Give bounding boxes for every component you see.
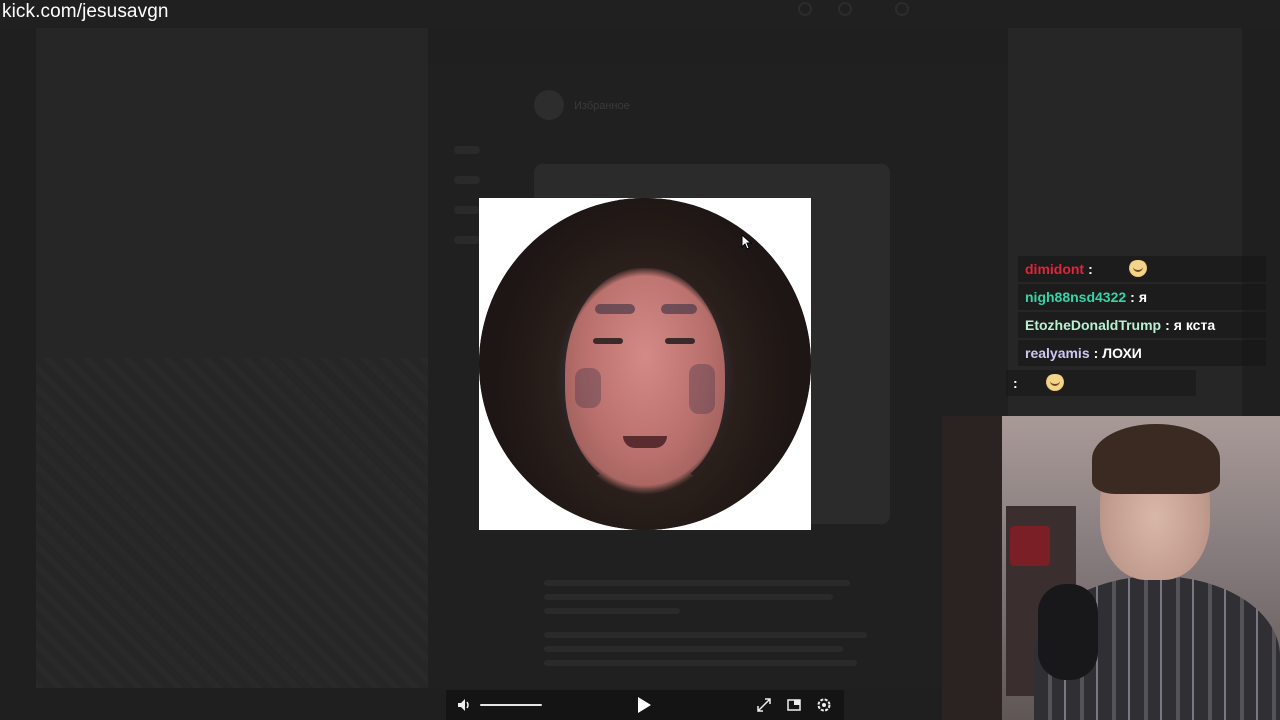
chat-message: realyamis : ЛОХИ [1018, 340, 1266, 366]
message-text-block [544, 572, 884, 674]
stream-url: kick.com/jesusavgn [2, 1, 169, 22]
chat-avatar [534, 90, 564, 120]
chat-text: я кста [1173, 317, 1216, 333]
chat-message: EtozheDonaldTrump : я кста [1018, 312, 1266, 338]
chat-title: Избранное [574, 100, 630, 112]
play-icon[interactable] [634, 695, 654, 715]
volume-slider[interactable] [480, 704, 542, 706]
cursor-icon [741, 234, 753, 250]
chat-username[interactable]: nigh88nsd4322 [1025, 289, 1126, 305]
video-message[interactable] [479, 198, 811, 530]
chat-username[interactable]: realyamis [1025, 345, 1090, 361]
chat-username[interactable]: dimidont [1025, 261, 1084, 277]
microphone [1038, 584, 1098, 680]
fullscreen-icon[interactable] [754, 695, 774, 715]
chat-message: : [1006, 370, 1196, 396]
lock-icon [798, 2, 812, 16]
chat-overlay: dimidont : nigh88nsd4322 : я EtozheDonal… [1006, 256, 1268, 396]
volume-icon[interactable] [454, 695, 474, 715]
video-circle [479, 198, 811, 530]
chat-text: я [1138, 289, 1147, 305]
player-controls [446, 690, 844, 720]
search-icon [838, 2, 852, 16]
background-map-image [36, 358, 428, 688]
picture-in-picture-icon[interactable] [784, 695, 804, 715]
chat-text: ЛОХИ [1102, 345, 1142, 361]
stream-screen: Избранное kick.com/jesusavgn dimidont: … [0, 0, 1280, 720]
background-left-panel [36, 28, 428, 688]
hair [479, 198, 811, 530]
chat-username[interactable]: EtozheDonaldTrump [1025, 317, 1161, 333]
background-topbar [0, 0, 1280, 28]
settings-icon[interactable] [814, 695, 834, 715]
smile-emote [1043, 374, 1066, 392]
smile-emote [1126, 260, 1149, 278]
chat-message: nigh88nsd4322 : я [1018, 284, 1266, 310]
chat-message: dimidont : [1018, 256, 1266, 282]
mic-icon [895, 2, 909, 16]
streamer-hair [1092, 424, 1220, 494]
streamer-webcam [942, 416, 1280, 720]
